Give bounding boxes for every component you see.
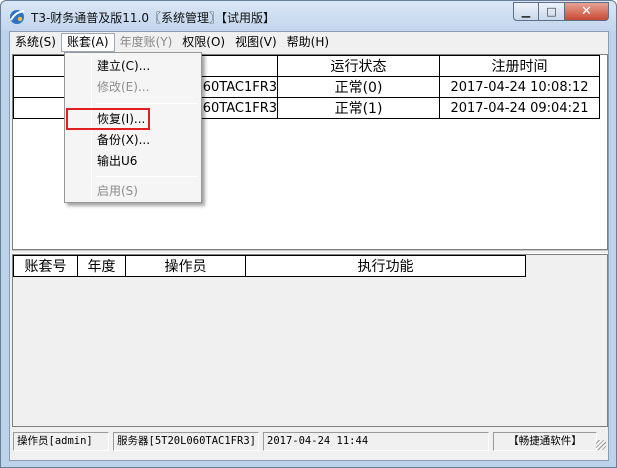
resize-grip-icon[interactable] [596,440,606,450]
column-header[interactable]: 执行功能 [245,255,526,277]
menu-item-export-u6[interactable]: 输出U6 [97,151,137,171]
menu-item-enable[interactable]: 启用(S) [97,181,138,201]
menu-item-create[interactable]: 建立(C)... [97,56,150,76]
column-header[interactable]: 年度 [77,255,126,277]
table-cell: 2017-04-24 10:08:12 [439,76,600,98]
menu-view[interactable]: 视图(V) [230,33,282,52]
menu-item-backup[interactable]: 备份(X)... [97,130,150,150]
column-header[interactable]: 账套号 [13,255,78,277]
menu-separator [95,176,198,177]
status-bar: 操作员[admin] 服务器[5T20L060TAC1FR3] 2017-04-… [10,430,608,452]
status-datetime: 2017-04-24 11:44 [263,431,489,451]
task-table: 账套号 年度 操作员 执行功能 [13,255,526,277]
title-bar[interactable]: T3-财务通普及版11.0〖系统管理〗【试用版】 ▁ □ ✕ [1,1,616,31]
maximize-button[interactable]: □ [539,2,565,21]
highlight-annotation [66,108,150,130]
window-title: T3-财务通普及版11.0〖系统管理〗【试用版】 [31,11,276,25]
close-button[interactable]: ✕ [565,2,609,21]
menu-separator [95,103,198,104]
task-list[interactable]: 账套号 年度 操作员 执行功能 [12,254,608,427]
table-header-row: 账套号 年度 操作员 执行功能 [13,255,526,277]
menu-account[interactable]: 账套(A) [60,33,115,52]
menu-system[interactable]: 系统(S) [10,33,61,52]
status-brand: 【畅捷通软件】 [493,431,597,451]
app-logo-icon [10,10,25,24]
column-header[interactable]: 注册时间 [439,55,600,77]
column-header[interactable]: 操作员 [125,255,246,277]
table-cell: 正常(1) [277,97,440,119]
menu-help[interactable]: 帮助(H) [282,33,334,52]
account-menu-dropdown: 建立(C)... 修改(E)... 恢复(I)... 备份(X)... 输出U6… [64,52,202,203]
minimize-button[interactable]: ▁ [513,2,539,21]
table-cell: 2017-04-24 09:04:21 [439,97,600,119]
status-operator: 操作员[admin] [13,431,109,451]
table-cell: 正常(0) [277,76,440,98]
menu-bar: 系统(S) 账套(A) 年度账(Y) 权限(O) 视图(V) 帮助(H) [10,32,608,53]
menu-item-modify[interactable]: 修改(E)... [97,77,149,97]
column-header[interactable]: 运行状态 [277,55,440,77]
menu-permission[interactable]: 权限(O) [177,33,230,52]
status-server: 服务器[5T20L060TAC1FR3] [113,431,259,451]
menu-year-account[interactable]: 年度账(Y) [115,33,178,52]
